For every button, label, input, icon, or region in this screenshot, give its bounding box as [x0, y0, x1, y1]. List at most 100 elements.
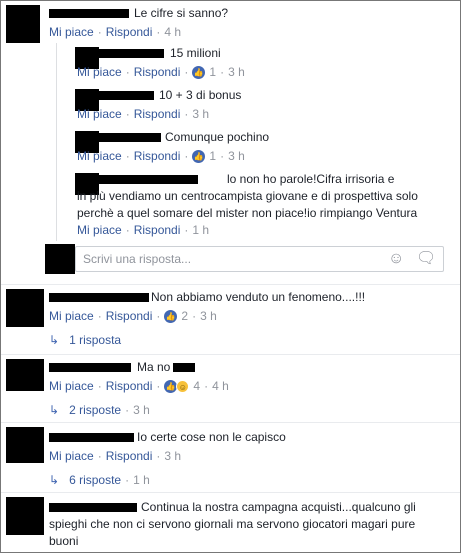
separator: ·: [125, 473, 130, 487]
like-button[interactable]: Mi piace: [49, 24, 94, 40]
like-button[interactable]: Mi piace: [49, 448, 94, 464]
reply-button[interactable]: Rispondi: [134, 222, 181, 238]
separator: ·: [97, 379, 102, 393]
comment-text-line-1: lo non ho parole!Cifra irrisoria e: [227, 172, 395, 186]
separator: ·: [184, 107, 189, 121]
comment-text: Non abbiamo venduto un fenomeno....!!!: [151, 290, 366, 304]
avatar[interactable]: [6, 289, 44, 327]
like-icon: 👍: [192, 65, 206, 79]
separator: ·: [156, 449, 161, 463]
divider: [1, 422, 460, 423]
replies-timestamp: 3 h: [133, 403, 150, 417]
redacted-author-name: [76, 49, 164, 58]
reaction-count[interactable]: 4: [193, 378, 200, 394]
like-button[interactable]: Mi piace: [77, 106, 122, 122]
reaction-count[interactable]: 2: [181, 308, 188, 324]
timestamp[interactable]: 4 h: [212, 378, 229, 394]
redacted-text: [173, 363, 195, 372]
like-icon: 👍: [192, 149, 206, 163]
separator: ·: [156, 309, 161, 323]
reply-arrow-icon: ↳: [49, 473, 60, 487]
reply-button[interactable]: Rispondi: [106, 308, 153, 324]
reply-button[interactable]: Rispondi: [106, 448, 153, 464]
timestamp[interactable]: 4 h: [164, 24, 181, 40]
reply-input-box[interactable]: Scrivi una risposta... ☺ 🗨: [75, 246, 444, 272]
redacted-author-name: [49, 293, 149, 302]
thread-line: [56, 43, 57, 241]
like-button[interactable]: Mi piace: [49, 378, 94, 394]
comment-actions: Mi piace · Rispondi · 👍 ☺ 4 · 4 h: [49, 378, 229, 394]
redacted-author-name: [49, 503, 137, 512]
redacted-author-name: [49, 363, 131, 372]
sticker-icon[interactable]: 🗨: [416, 251, 436, 267]
comment-text-line-1: Continua la nostra campagna acquisti...q…: [141, 500, 416, 514]
timestamp[interactable]: 1 h: [192, 222, 209, 238]
reply-button[interactable]: Rispondi: [106, 24, 153, 40]
redacted-author-name: [76, 91, 154, 100]
separator: ·: [125, 107, 130, 121]
comment-actions: Mi piace · Rispondi · 👍 1 · 3 h: [77, 64, 245, 80]
avatar[interactable]: [6, 497, 44, 535]
separator: ·: [125, 65, 130, 79]
separator: ·: [220, 65, 225, 79]
divider: [1, 492, 460, 493]
timestamp[interactable]: 3 h: [228, 64, 245, 80]
view-replies-link[interactable]: ↳ 1 risposta: [49, 332, 121, 348]
comment-text-line-2: spieghi che non ci servono giornali ma s…: [49, 517, 416, 531]
comment-text-line-2: in più vendiamo un centrocampista giovan…: [77, 189, 418, 203]
separator: ·: [220, 149, 225, 163]
comment-actions: Mi piace · Rispondi · 4 h: [49, 24, 181, 40]
comment-text: Comunque pochino: [165, 130, 270, 144]
reply-arrow-icon: ↳: [49, 403, 60, 417]
avatar[interactable]: [6, 427, 44, 463]
redacted-author-name: [76, 175, 198, 184]
avatar[interactable]: [6, 359, 44, 391]
timestamp[interactable]: 3 h: [200, 308, 217, 324]
comment-actions: Mi piace · Rispondi · 👍 1 · 3 h: [77, 148, 245, 164]
separator: ·: [156, 379, 161, 393]
separator: ·: [125, 223, 130, 237]
separator: ·: [97, 449, 102, 463]
separator: ·: [204, 379, 209, 393]
redacted-author-name: [49, 433, 134, 442]
comment-actions: Mi piace · Rispondi · 1 h: [77, 222, 209, 238]
separator: ·: [156, 25, 161, 39]
timestamp[interactable]: 3 h: [228, 148, 245, 164]
reply-button[interactable]: Rispondi: [106, 378, 153, 394]
comment-text: 10 + 3 di bonus: [159, 88, 242, 102]
reply-button[interactable]: Rispondi: [134, 64, 181, 80]
avatar[interactable]: [6, 5, 40, 43]
like-button[interactable]: Mi piace: [77, 148, 122, 164]
comment-actions: Mi piace · Rispondi · 3 h: [49, 448, 181, 464]
redacted-author-name: [76, 133, 161, 142]
redacted-author-name: [49, 9, 129, 18]
like-button[interactable]: Mi piace: [77, 64, 122, 80]
reply-button[interactable]: Rispondi: [134, 148, 181, 164]
separator: ·: [125, 149, 130, 163]
like-icon: 👍: [164, 309, 178, 323]
reaction-count[interactable]: 1: [209, 148, 216, 164]
current-user-avatar: [45, 244, 75, 274]
replies-count-label[interactable]: 1 risposta: [69, 332, 121, 348]
view-replies-link[interactable]: ↳ 2 risposte · 3 h: [49, 402, 150, 418]
comment-text: Le cifre si sanno?: [134, 6, 229, 20]
comment-text-line-3: buoni: [49, 534, 79, 548]
view-replies-link[interactable]: ↳ 6 risposte · 1 h: [49, 472, 150, 488]
replies-count-label[interactable]: 2 risposte: [69, 402, 121, 418]
separator: ·: [192, 309, 197, 323]
timestamp[interactable]: 3 h: [164, 448, 181, 464]
separator: ·: [184, 65, 189, 79]
reply-button[interactable]: Rispondi: [134, 106, 181, 122]
replies-timestamp: 1 h: [133, 473, 150, 487]
reply-arrow-icon: ↳: [49, 333, 60, 347]
separator: ·: [97, 25, 102, 39]
reply-input-placeholder[interactable]: Scrivi una risposta...: [83, 251, 191, 267]
like-button[interactable]: Mi piace: [77, 222, 122, 238]
comment-text-line-3: perchè a quel somare del mister non piac…: [77, 206, 418, 220]
reaction-count[interactable]: 1: [209, 64, 216, 80]
divider: [1, 284, 460, 285]
replies-count-label[interactable]: 6 risposte: [69, 472, 121, 488]
timestamp[interactable]: 3 h: [192, 106, 209, 122]
like-button[interactable]: Mi piace: [49, 308, 94, 324]
emoji-icon[interactable]: ☺: [388, 251, 404, 267]
